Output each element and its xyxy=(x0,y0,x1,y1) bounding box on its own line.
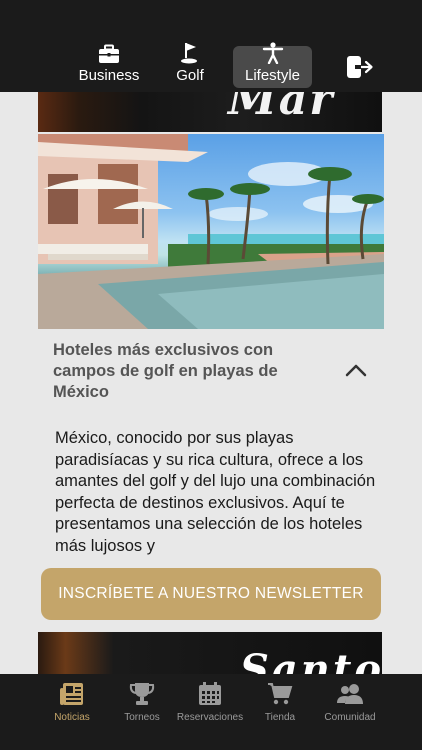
nav-torneos[interactable]: Torneos xyxy=(122,680,162,723)
logout-icon xyxy=(347,56,373,78)
banner-image-bottom[interactable]: Santo xyxy=(38,632,382,674)
top-nav: Business Golf Lifestyle xyxy=(0,0,422,92)
nav-label: Reservaciones xyxy=(176,712,244,723)
nav-label: Noticias xyxy=(54,712,90,723)
tab-label: Golf xyxy=(176,67,204,84)
banner-script-text: Santo xyxy=(240,646,382,674)
resort-pool-illustration xyxy=(38,134,384,329)
nav-label: Comunidad xyxy=(324,712,376,723)
logout-button[interactable] xyxy=(346,54,374,80)
bottom-nav: Noticias Torneos Reservaciones Tienda Co… xyxy=(0,674,422,750)
nav-reservaciones[interactable]: Reservaciones xyxy=(176,680,244,723)
chevron-up-icon xyxy=(345,364,367,377)
nav-noticias[interactable]: Noticias xyxy=(50,680,94,723)
tab-lifestyle[interactable]: Lifestyle xyxy=(233,42,312,88)
newsletter-signup-button[interactable]: INSCRÍBETE A NUESTRO NEWSLETTER xyxy=(41,568,381,620)
article-body: México, conocido por sus playas paradisí… xyxy=(55,429,376,555)
nav-label: Tienda xyxy=(264,712,296,723)
tab-label: Lifestyle xyxy=(244,67,301,84)
calendar-icon xyxy=(197,680,223,708)
banner-image-top[interactable]: Mar xyxy=(38,92,382,132)
golf-flag-icon xyxy=(180,42,200,64)
nav-comunidad[interactable]: Comunidad xyxy=(322,680,378,723)
tab-business[interactable]: Business xyxy=(76,44,142,88)
tab-golf[interactable]: Golf xyxy=(170,43,210,88)
tab-label: Business xyxy=(78,67,140,84)
trophy-icon xyxy=(129,680,155,708)
hero-image[interactable] xyxy=(38,134,384,329)
nav-tienda[interactable]: Tienda xyxy=(262,680,298,723)
users-icon xyxy=(336,680,364,708)
newspaper-icon xyxy=(59,680,85,708)
banner-script-text: Mar xyxy=(228,92,335,125)
collapse-button[interactable] xyxy=(343,362,369,378)
nav-label: Torneos xyxy=(124,712,160,723)
briefcase-icon xyxy=(98,44,120,64)
person-icon xyxy=(262,42,284,64)
article-title[interactable]: Hoteles más exclusivos con campos de gol… xyxy=(53,340,293,403)
cart-icon xyxy=(267,680,293,708)
content-area[interactable]: Mar Hoteles más exclusivos con campos de… xyxy=(0,92,422,674)
